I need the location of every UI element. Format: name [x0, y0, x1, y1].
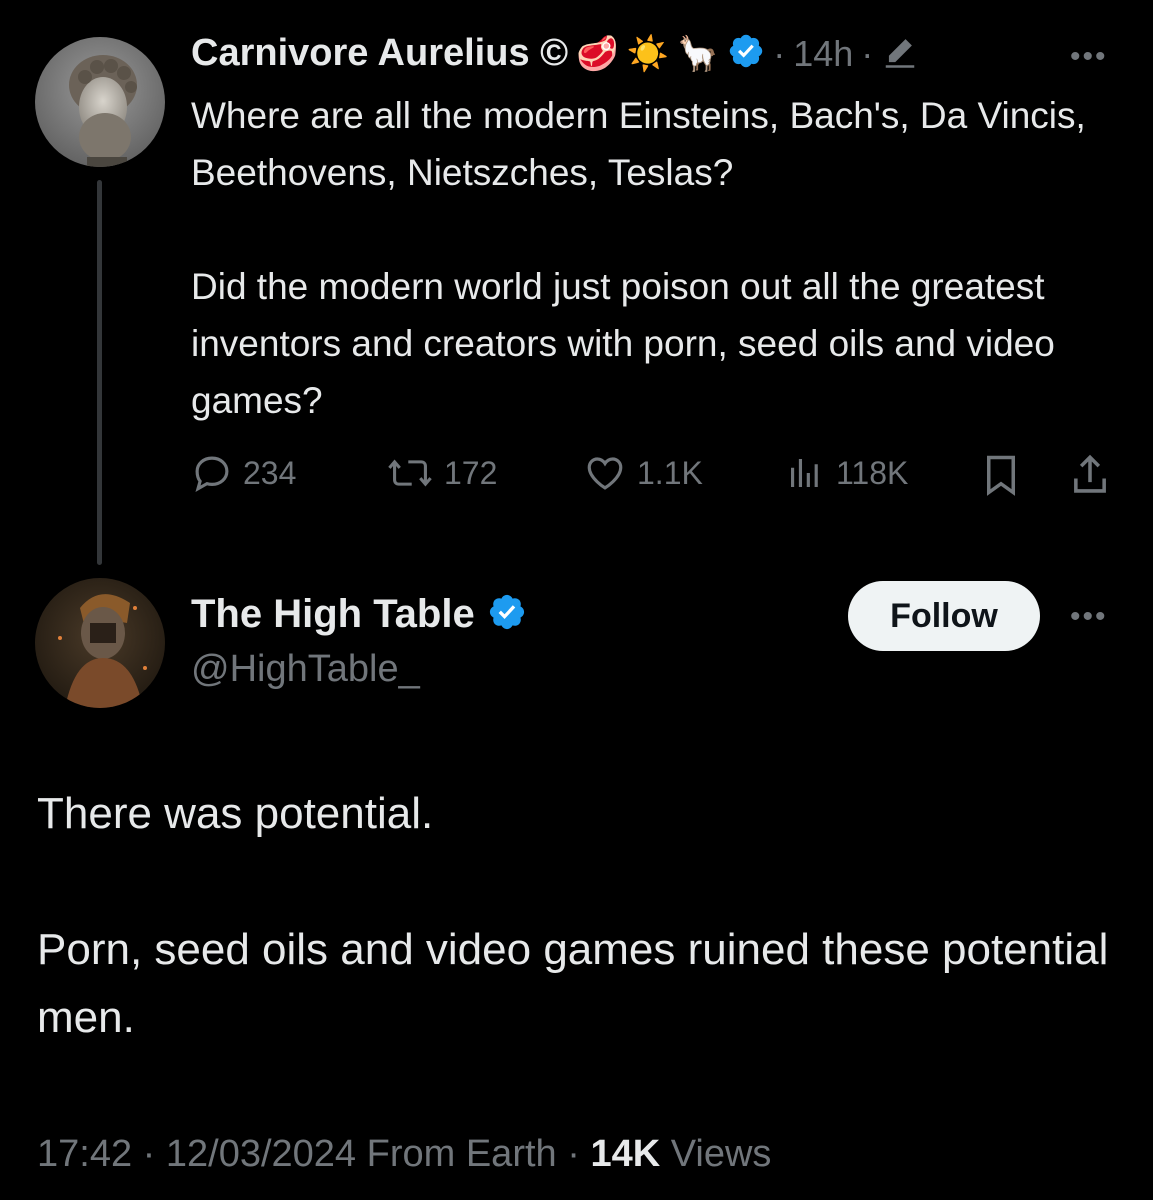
reply-button[interactable]: 234	[191, 452, 296, 494]
post-time[interactable]: 17:42	[37, 1133, 132, 1175]
reply-tweet-text: There was potential. Porn, seed oils and…	[37, 789, 1109, 1042]
thread-connector-line	[97, 180, 102, 565]
views-count: 118K	[836, 454, 909, 491]
post-date[interactable]: 12/03/2024	[166, 1133, 356, 1175]
share-icon[interactable]	[1068, 452, 1112, 503]
separator-dot: ·	[773, 32, 786, 74]
views-total[interactable]: 14K	[590, 1133, 660, 1175]
repost-count: 172	[444, 454, 498, 491]
original-display-name[interactable]: Carnivore Aurelius ©	[191, 32, 568, 75]
like-button[interactable]: 1.1K	[583, 452, 703, 494]
views-button[interactable]: 118K	[784, 452, 908, 494]
separator-dot: ·	[567, 1133, 580, 1175]
reply-display-name[interactable]: The High Table	[191, 592, 475, 637]
repost-button[interactable]: 172	[386, 452, 497, 494]
views-label: Views	[670, 1133, 772, 1175]
tweet-footer: 17:42 · 12/03/2024 From Earth · 14K View…	[37, 1133, 771, 1176]
separator-dot: ·	[142, 1133, 156, 1175]
meat-emoji: 🥩	[576, 34, 619, 73]
bookmark-icon[interactable]	[980, 452, 1022, 503]
reply-count: 234	[243, 454, 297, 491]
heart-icon	[587, 457, 623, 490]
repost-icon	[388, 459, 432, 487]
original-tweet-text: Where are all the modern Einsteins, Bach…	[191, 95, 1086, 421]
llama-emoji: 🦙	[676, 34, 720, 73]
views-chart-icon	[791, 459, 818, 487]
post-source: From Earth	[366, 1133, 557, 1175]
follow-button[interactable]: Follow	[848, 581, 1040, 651]
tweet-time[interactable]: 14h	[793, 33, 853, 75]
verified-badge-icon	[487, 592, 527, 637]
more-options-icon[interactable]: •••	[1070, 40, 1108, 74]
sun-emoji: ☀️	[626, 34, 669, 73]
reply-handle[interactable]: @HighTable_	[191, 648, 420, 691]
like-count: 1.1K	[637, 454, 703, 491]
separator-dot: ·	[861, 32, 874, 74]
reply-icon	[195, 456, 229, 493]
edited-pencil-icon[interactable]	[881, 32, 919, 75]
more-options-icon[interactable]: •••	[1070, 600, 1108, 634]
carnivore-aurelius-avatar[interactable]	[35, 37, 165, 167]
high-table-avatar[interactable]	[35, 578, 165, 708]
verified-badge-icon	[727, 32, 765, 75]
reply-header: The High Table	[191, 592, 527, 637]
original-tweet-header: Carnivore Aurelius © 🥩 ☀️ 🦙 · 14h ·	[191, 32, 919, 75]
